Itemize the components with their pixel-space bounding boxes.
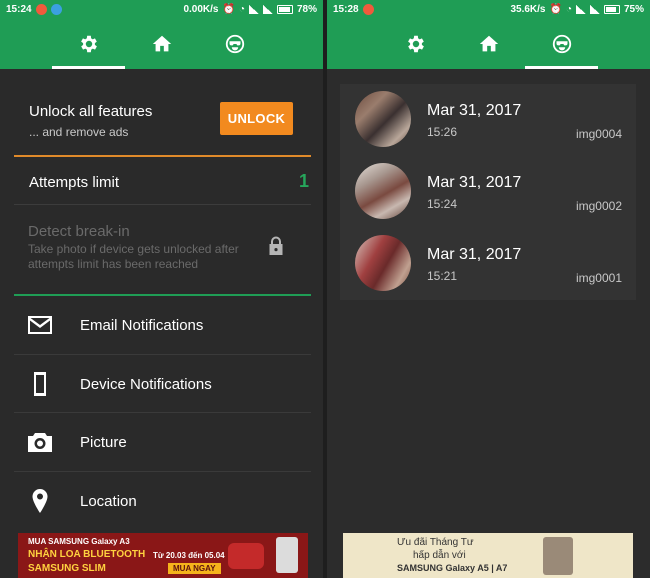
battery-percent: 78% (296, 3, 317, 15)
wifi-icon: ◔ (565, 3, 572, 15)
home-icon (479, 35, 498, 51)
signal-icon-2 (262, 4, 273, 14)
menu-item-label: Device Notifications (80, 375, 212, 393)
gear-icon (407, 35, 424, 52)
ad-banner[interactable]: Ưu đãi Tháng Tư hấp dẫn với SAMSUNG Gala… (343, 533, 633, 578)
ad-line: hấp dẫn với (413, 550, 466, 561)
ad-banner[interactable]: MUA SAMSUNG Galaxy A3 NHẬN LOA BLUETOOTH… (18, 533, 308, 578)
status-bar: 15:28 35.6K/s ⏰ ◔ 75% (327, 0, 650, 18)
ad-line: Ưu đãi Tháng Tư (397, 537, 474, 548)
location-pin-icon (32, 488, 48, 513)
attempts-limit-label: Attempts limit (29, 174, 120, 191)
list-item[interactable]: Mar 31, 2017 15:21 img0001 (340, 228, 636, 300)
phone-icon (34, 371, 46, 396)
signal-icon (248, 4, 259, 14)
ad-line: SAMSUNG Galaxy A5 | A7 (397, 563, 508, 573)
home-icon (152, 35, 171, 51)
detect-break-in-row[interactable]: Detect break-in Take photo if device get… (14, 206, 311, 294)
lock-icon (269, 236, 283, 255)
attempts-limit-value: 1 (298, 171, 309, 191)
intruders-screen: 15:28 35.6K/s ⏰ ◔ 75% Mar 31, 2017 15:26 (327, 0, 650, 578)
tab-settings[interactable] (379, 18, 452, 69)
photo-filename: img0002 (575, 199, 622, 213)
battery-icon (603, 4, 620, 14)
menu-item-label: Location (80, 492, 137, 510)
ad-line: Từ 20.03 đến 05.04 (153, 551, 225, 560)
notification-icon (362, 3, 374, 15)
intruder-thumbnail (355, 163, 411, 219)
intruder-thumbnail (355, 235, 411, 291)
network-speed: 0.00K/s (183, 3, 219, 15)
photo-date: Mar 31, 2017 (427, 174, 522, 191)
intruder-photo-list: Mar 31, 2017 15:26 img0004 Mar 31, 2017 … (340, 84, 636, 300)
photo-date: Mar 31, 2017 (427, 102, 522, 119)
menu-item-picture[interactable]: Picture (14, 413, 311, 472)
battery-percent: 75% (623, 3, 644, 15)
ad-line: NHẬN LOA BLUETOOTH (28, 549, 146, 560)
face-icon (225, 34, 244, 53)
photo-filename: img0001 (575, 271, 622, 285)
menu-item-label: Email Notifications (80, 317, 204, 334)
unlock-subtitle: ... and remove ads (29, 125, 129, 139)
photo-time: 15:26 (427, 125, 458, 139)
settings-screen: 15:24 0.00K/s ⏰ ◔ 78% Unlock all feature… (0, 0, 323, 578)
unlock-title: Unlock all features (29, 103, 153, 120)
speaker-image (228, 543, 264, 569)
phone-image (543, 537, 573, 575)
status-time: 15:28 (333, 3, 359, 15)
tab-home[interactable] (452, 18, 525, 69)
alarm-icon: ⏰ (222, 3, 235, 15)
gear-icon (80, 35, 97, 52)
intruder-thumbnail (355, 91, 411, 147)
photo-time: 15:21 (427, 269, 458, 283)
unlock-section: Unlock all features ... and remove ads U… (0, 89, 323, 155)
chrome-icon (50, 3, 62, 15)
ad-line: MUA SAMSUNG Galaxy A3 (28, 537, 130, 546)
alarm-icon: ⏰ (549, 3, 562, 15)
detect-break-in-subtitle: Take photo if device gets unlocked after… (28, 242, 239, 271)
tab-bar (327, 18, 650, 69)
list-item[interactable]: Mar 31, 2017 15:24 img0002 (340, 156, 636, 228)
ad-cta: MUA NGAY (168, 563, 221, 574)
photo-time: 15:24 (427, 197, 458, 211)
status-time: 15:24 (6, 3, 32, 15)
phone-image (276, 537, 298, 573)
tab-bar (0, 18, 323, 69)
detect-break-in-label: Detect break-in (28, 223, 130, 240)
tab-intruders[interactable] (198, 18, 271, 69)
menu-item-email-notifications[interactable]: Email Notifications (14, 296, 311, 355)
signal-icon (575, 4, 586, 14)
tab-intruders[interactable] (525, 18, 598, 69)
network-speed: 35.6K/s (510, 3, 546, 15)
photo-date: Mar 31, 2017 (427, 246, 522, 263)
settings-menu: Email Notifications Device Notifications… (14, 296, 311, 530)
attempts-limit-row[interactable]: Attempts limit 1 (14, 157, 311, 205)
menu-item-location[interactable]: Location (14, 472, 311, 531)
notification-icon (35, 3, 47, 15)
unlock-button[interactable]: UNLOCK (220, 102, 293, 135)
tab-home[interactable] (125, 18, 198, 69)
ad-line: SAMSUNG SLIM (28, 563, 106, 574)
face-icon (552, 34, 571, 53)
battery-icon (276, 4, 293, 14)
wifi-icon: ◔ (238, 3, 245, 15)
photo-filename: img0004 (575, 127, 622, 141)
camera-icon (28, 433, 52, 452)
mail-icon (28, 316, 52, 334)
menu-item-device-notifications[interactable]: Device Notifications (14, 355, 311, 413)
status-bar: 15:24 0.00K/s ⏰ ◔ 78% (0, 0, 323, 18)
list-item[interactable]: Mar 31, 2017 15:26 img0004 (340, 84, 636, 156)
tab-settings[interactable] (52, 18, 125, 69)
signal-icon-2 (589, 4, 600, 14)
menu-item-label: Picture (80, 434, 127, 451)
